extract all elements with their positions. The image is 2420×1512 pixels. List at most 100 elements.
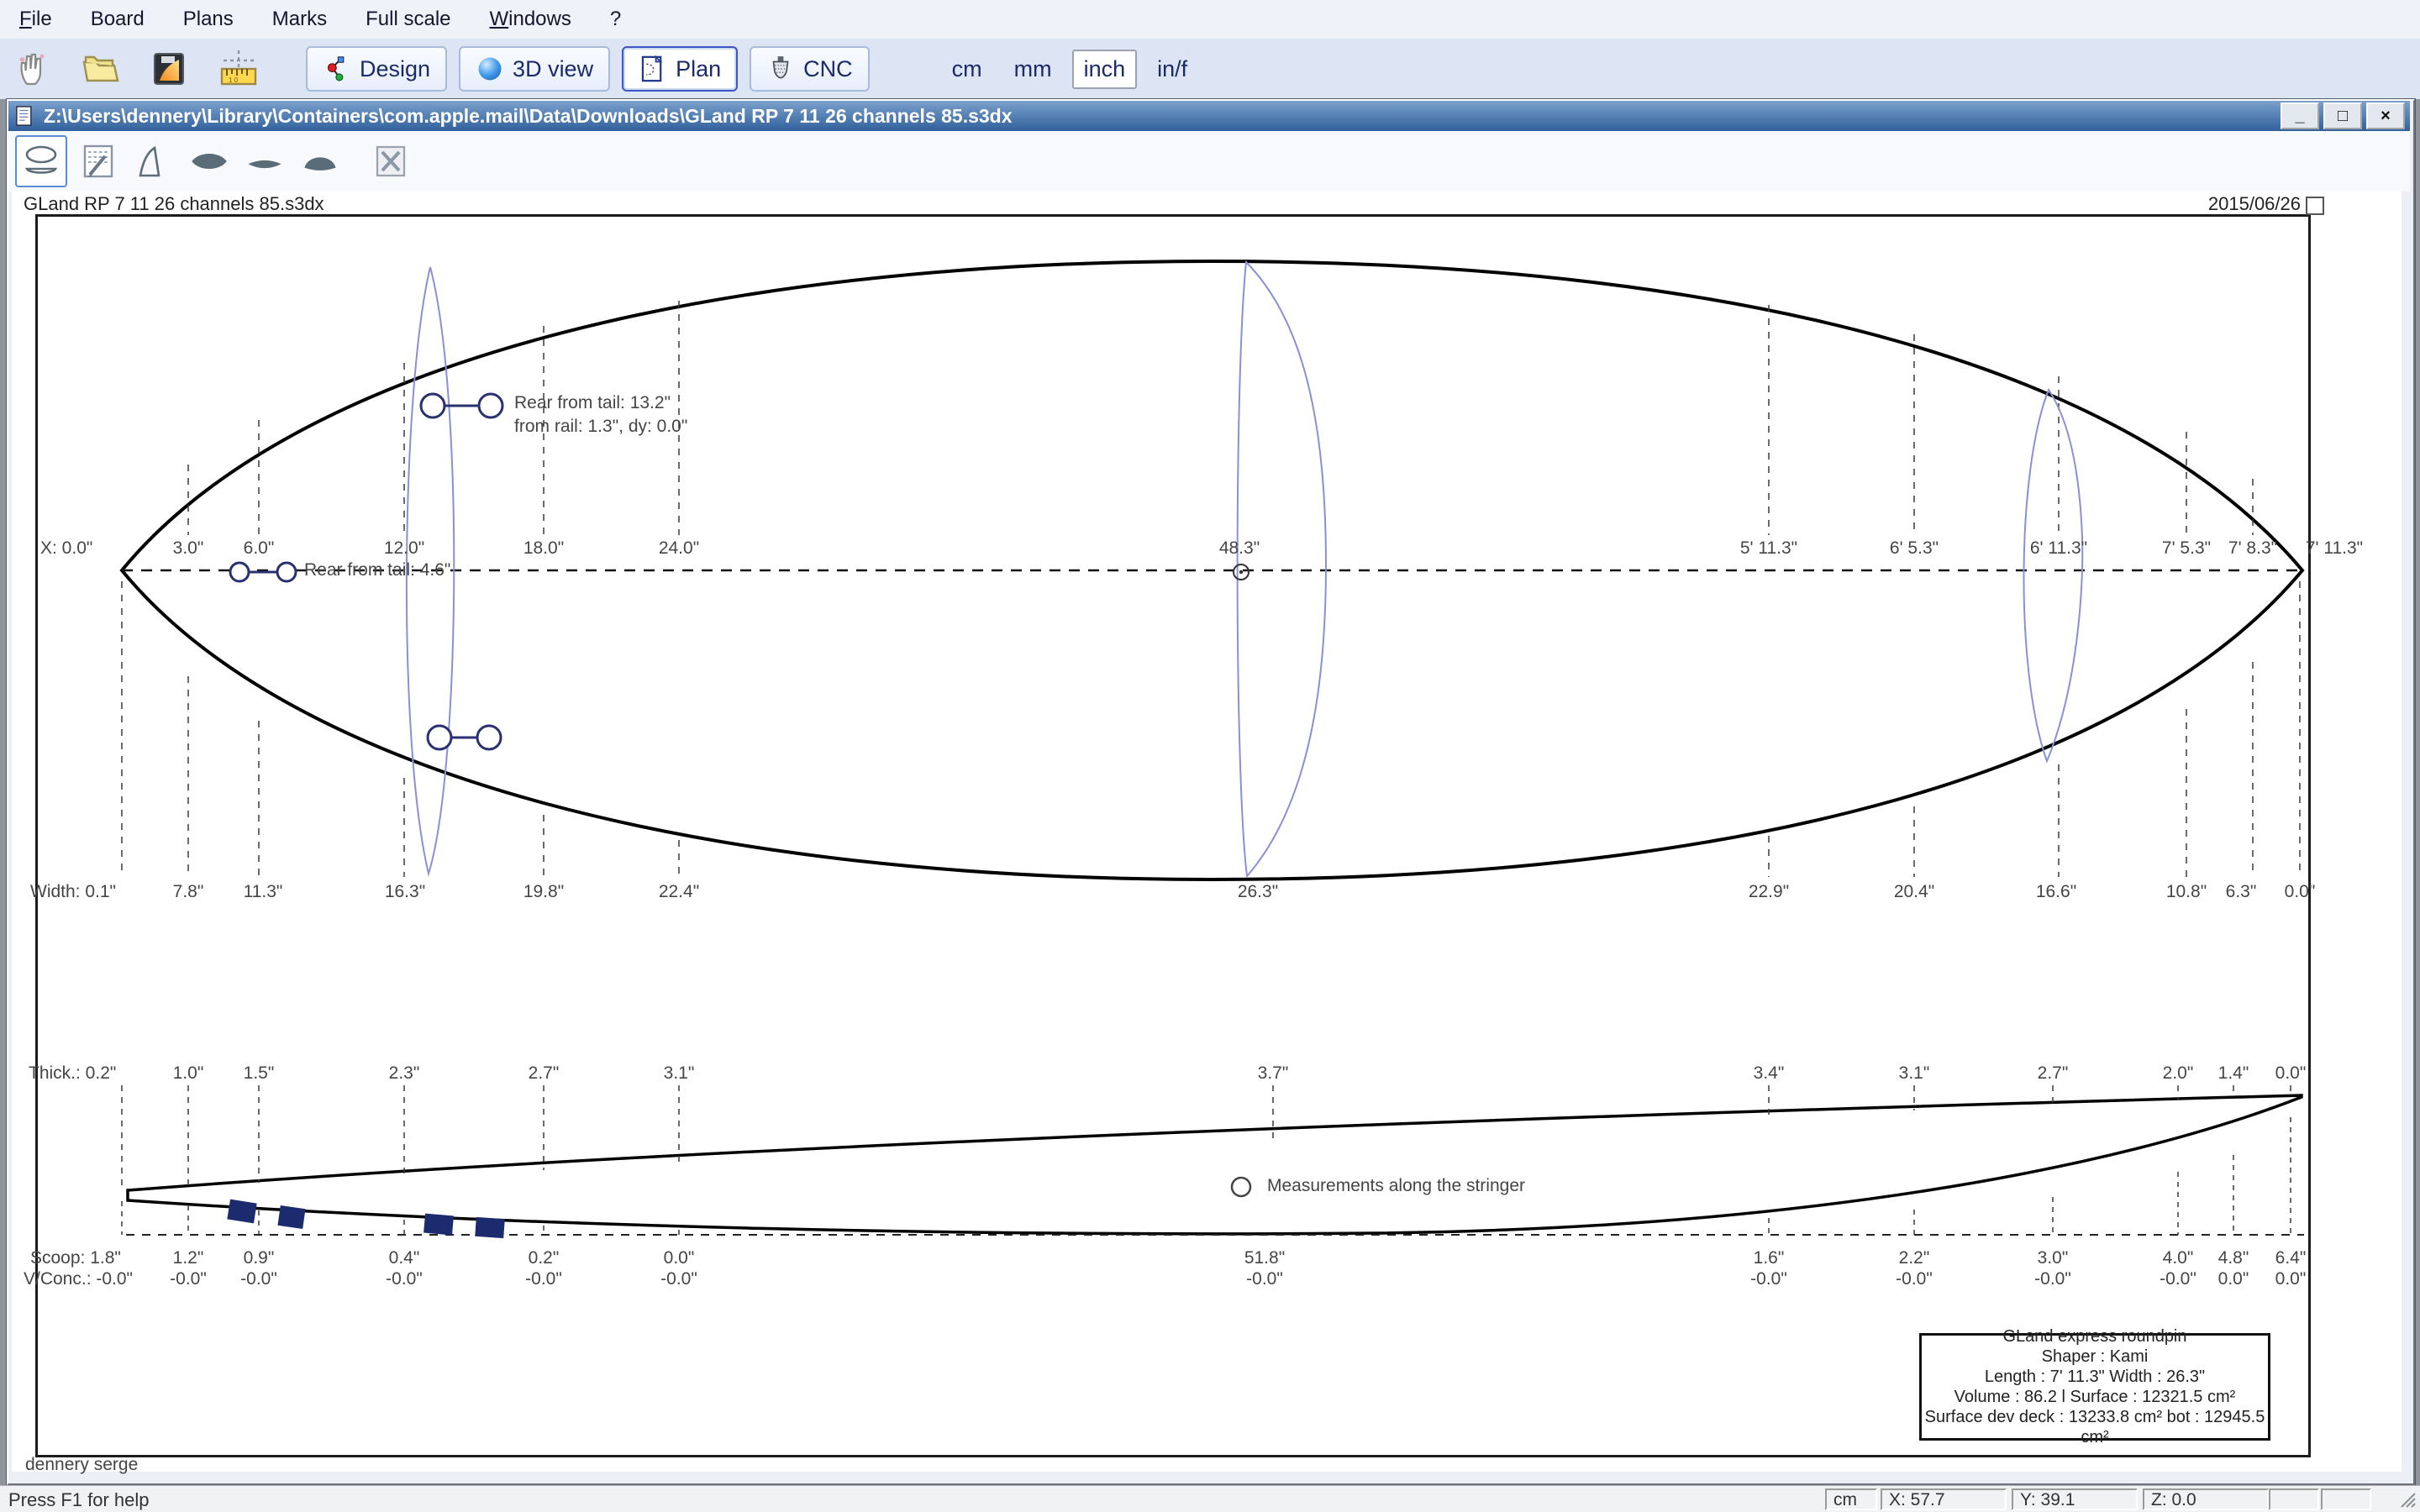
width-label: 7.8" [155, 882, 222, 902]
svg-text:1 0: 1 0 [229, 76, 239, 84]
board-dimensions: Length : 7' 11.3" Width : 26.3" [1922, 1367, 2268, 1387]
canvas-file-label: GLand RP 7 11 26 channels 85.s3dx [24, 193, 324, 215]
board-dev-surfaces: Surface dev deck : 13233.8 cm² bot : 129… [1922, 1407, 2268, 1447]
deck-solid-button[interactable] [296, 137, 345, 186]
maximize-button[interactable]: □ [2323, 102, 2362, 129]
menu-board[interactable]: Board [71, 8, 164, 31]
save-icon[interactable] [150, 49, 190, 89]
open-folder-icon[interactable] [81, 49, 121, 89]
deck-solid-icon [300, 141, 340, 181]
menu-windows[interactable]: Windows [471, 8, 591, 31]
x-label: 18.0" [510, 538, 577, 559]
status-empty-cell [2321, 1488, 2371, 1510]
window-controls: _ □ × [2276, 102, 2405, 129]
width-label: 26.3" [1224, 882, 1292, 902]
vconc-label: -0.0" [510, 1269, 577, 1289]
x-label: 6.0" [225, 538, 292, 559]
menu-help[interactable]: ? [591, 8, 640, 31]
design-button[interactable]: Design [306, 46, 447, 92]
date-corner-box [2306, 197, 2324, 215]
ruler-icon[interactable]: 1 0 [218, 49, 259, 89]
status-z-coordinate: Z: 0.0 [2143, 1488, 2269, 1510]
scoop-row-prefix: Scoop: 1.8" [30, 1248, 121, 1268]
rocker-view-icon [135, 143, 172, 180]
document-titlebar[interactable]: Z:\Users\dennery\Library\Containers\com.… [8, 101, 2410, 131]
design-icon [323, 55, 351, 83]
plan-solid-button[interactable] [185, 137, 234, 186]
thick-label: 2.7" [510, 1063, 577, 1084]
scoop-label: 51.8" [1231, 1248, 1298, 1268]
3d-view-button[interactable]: 3D view [459, 46, 610, 92]
stringer-marker-annotation: Rear from tail: 4.6" [304, 560, 450, 580]
minimize-button[interactable]: _ [2281, 102, 2319, 129]
plan-button[interactable]: Plan [622, 46, 738, 92]
width-label: 20.4" [1881, 882, 1948, 902]
width-label: 16.3" [371, 882, 439, 902]
x-label: 3.0" [155, 538, 222, 559]
menu-file[interactable]: File [0, 8, 71, 31]
scoop-label: 3.0" [2019, 1248, 2086, 1268]
plan-button-label: Plan [676, 56, 721, 82]
vconc-label: -0.0" [225, 1269, 292, 1289]
width-row-prefix: Width: 0.1" [30, 882, 116, 902]
x-label: 7' 11.3" [2284, 538, 2385, 559]
design-button-label: Design [360, 56, 430, 82]
menu-plans[interactable]: Plans [164, 8, 253, 31]
vconc-label: -0.0" [155, 1269, 222, 1289]
width-label: 22.9" [1735, 882, 1802, 902]
measurements-sheet-button[interactable] [74, 137, 123, 186]
board-shaper: Shaper : Kami [1922, 1347, 2268, 1367]
board-info-box: GLand express roundpin Shaper : Kami Len… [1919, 1333, 2270, 1441]
width-label: 22.4" [645, 882, 713, 902]
thick-label: 0.0" [2257, 1063, 2324, 1084]
document-icon [13, 105, 35, 127]
thick-label: 1.0" [155, 1063, 222, 1084]
menu-full-scale[interactable]: Full scale [346, 8, 470, 31]
thick-label: 2.3" [371, 1063, 438, 1084]
width-label: 19.8" [510, 882, 577, 902]
vconc-label: -0.0" [1231, 1269, 1298, 1289]
x-label: 48.3" [1206, 538, 1273, 559]
scoop-label: 0.0" [645, 1248, 713, 1268]
menu-bar: File Board Plans Marks Full scale Window… [0, 0, 2420, 39]
status-help-text: Press F1 for help [8, 1489, 150, 1511]
thick-row-prefix: Thick.: 0.2" [29, 1063, 116, 1084]
status-unit: cm [1825, 1488, 1877, 1510]
cnc-bit-icon [766, 55, 795, 83]
cnc-button[interactable]: CNC [750, 46, 870, 92]
window-title: Z:\Users\dennery\Library\Containers\com.… [44, 105, 1013, 128]
menu-marks[interactable]: Marks [253, 8, 346, 31]
unit-inch[interactable]: inch [1072, 50, 1138, 89]
vconc-label: -0.0" [2019, 1269, 2086, 1289]
thick-label: 1.5" [225, 1063, 292, 1084]
x-label: 12.0" [371, 538, 438, 559]
bottom-solid-button[interactable] [240, 137, 289, 186]
unit-inf[interactable]: in/f [1145, 50, 1199, 89]
unit-mm[interactable]: mm [1002, 50, 1064, 89]
thick-label: 3.1" [1881, 1063, 1948, 1084]
scoop-label: 6.4" [2257, 1248, 2324, 1268]
scoop-label: 0.9" [225, 1248, 292, 1268]
pointer-hand-icon[interactable] [12, 49, 52, 89]
unit-cm[interactable]: cm [940, 50, 994, 89]
scoop-label: 1.2" [155, 1248, 222, 1268]
width-label: 16.6" [2023, 882, 2090, 902]
board-name: GLand express roundpin [1922, 1326, 2268, 1347]
scoop-label: 1.6" [1735, 1248, 1802, 1268]
status-x-coordinate: X: 57.7 [1881, 1488, 2007, 1510]
close-button[interactable]: × [2366, 102, 2405, 129]
x-label: 6' 11.3" [2008, 538, 2109, 559]
width-label: 6.3" [2207, 882, 2275, 902]
resize-grip[interactable] [2398, 1490, 2417, 1509]
plan-document-icon [639, 55, 667, 83]
rocker-view-button[interactable] [129, 137, 178, 186]
vconc-label: 0.0" [2257, 1269, 2324, 1289]
x-row-prefix: X: 0.0" [40, 538, 92, 559]
thick-label: 3.7" [1239, 1063, 1307, 1084]
status-y-coordinate: Y: 39.1 [2012, 1488, 2138, 1510]
fin-annotation-line1: Rear from tail: 13.2" [514, 393, 671, 413]
outline-view-button[interactable] [15, 135, 67, 187]
scoop-label: 0.4" [371, 1248, 438, 1268]
graph-button[interactable] [366, 137, 415, 186]
width-label: 11.3" [229, 882, 297, 902]
